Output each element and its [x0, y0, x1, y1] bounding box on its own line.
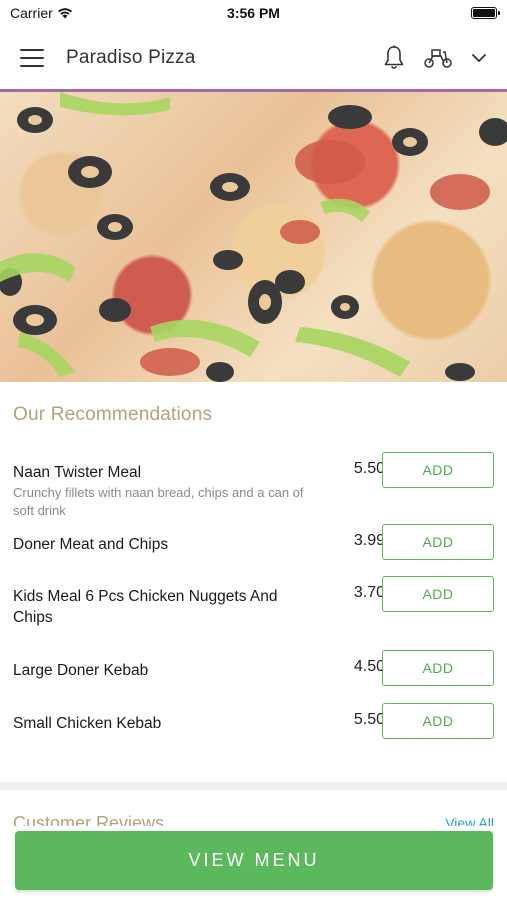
- menu-icon[interactable]: [20, 48, 44, 67]
- status-bar: Carrier 3:56 PM: [0, 0, 507, 26]
- item-price: 5.50: [353, 460, 385, 477]
- item-price: 4.50: [353, 658, 385, 675]
- item-name: Kids Meal 6 Pcs Chicken Nuggets And Chip…: [13, 588, 278, 626]
- carrier-label: Carrier: [10, 5, 53, 21]
- section-divider: [0, 782, 507, 790]
- chevron-down-icon[interactable]: [471, 53, 487, 63]
- list-item: Small Chicken Kebab 5.50 ADD: [13, 703, 494, 753]
- list-item: Kids Meal 6 Pcs Chicken Nuggets And Chip…: [13, 576, 494, 660]
- view-all-link[interactable]: View All: [445, 812, 494, 826]
- item-price: 3.70: [353, 584, 385, 601]
- item-name: Naan Twister Meal: [13, 464, 142, 481]
- item-name: Doner Meat and Chips: [13, 536, 169, 553]
- wifi-icon: [57, 7, 73, 19]
- item-price: 3.99: [353, 532, 385, 549]
- item-name: Small Chicken Kebab: [13, 715, 162, 732]
- recommendations-title: Our Recommendations: [13, 404, 213, 425]
- status-left: Carrier: [10, 5, 73, 21]
- hero-pizza-image: [0, 92, 507, 382]
- add-button[interactable]: ADD: [382, 703, 494, 739]
- add-button[interactable]: ADD: [382, 524, 494, 560]
- add-button[interactable]: ADD: [382, 576, 494, 612]
- reviews-header: Customer Reviews View All: [13, 812, 494, 826]
- add-button[interactable]: ADD: [382, 452, 494, 488]
- clock: 3:56 PM: [227, 5, 280, 21]
- scooter-icon[interactable]: [423, 47, 453, 69]
- view-menu-button[interactable]: VIEW MENU: [15, 831, 493, 890]
- app-header: Paradiso Pizza: [0, 26, 507, 92]
- item-price: 5.50: [353, 711, 385, 728]
- add-button[interactable]: ADD: [382, 650, 494, 686]
- recommendations-section: Our Recommendations Naan Twister Meal Cr…: [0, 382, 507, 753]
- battery-icon: [471, 7, 500, 19]
- bell-icon[interactable]: [383, 45, 405, 71]
- item-description: Crunchy fillets with naan bread, chips a…: [13, 485, 304, 518]
- item-name: Large Doner Kebab: [13, 662, 149, 679]
- header-actions: [383, 45, 487, 71]
- reviews-title: Customer Reviews: [13, 813, 165, 826]
- page-title: Paradiso Pizza: [66, 46, 196, 68]
